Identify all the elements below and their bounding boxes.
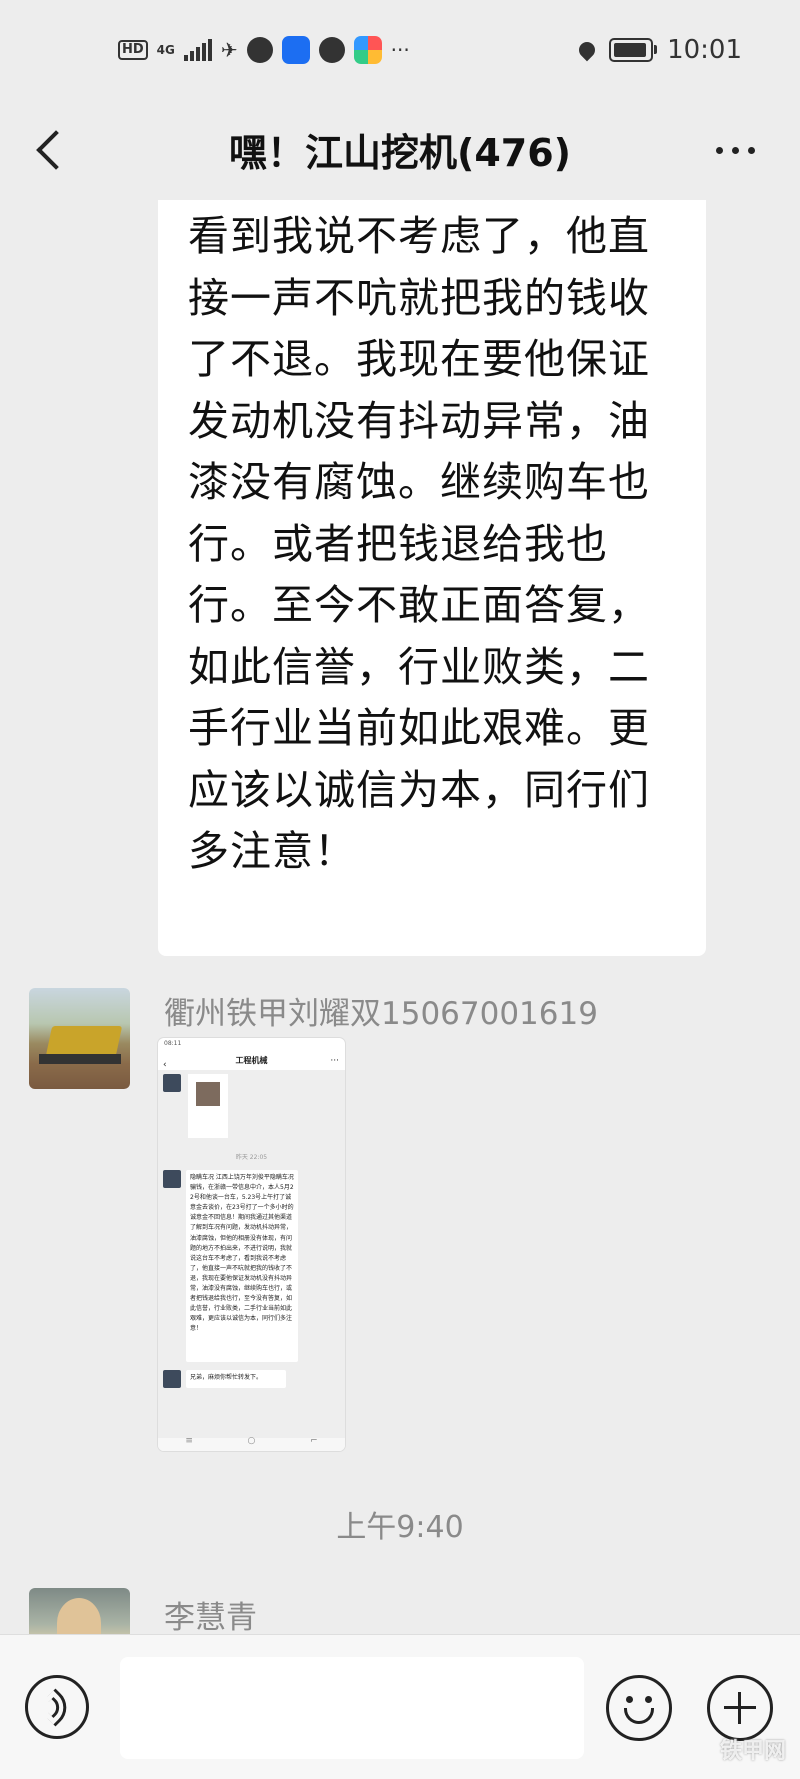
thumb-avatar bbox=[163, 1170, 181, 1188]
location-icon bbox=[575, 38, 599, 62]
clock: 10:01 bbox=[667, 35, 742, 65]
chat-header: 嘿！江山挖机(476) bbox=[0, 100, 800, 200]
hd-icon: HD bbox=[118, 40, 148, 60]
back-icon[interactable] bbox=[30, 120, 90, 180]
colorful-app-icon bbox=[353, 36, 382, 64]
thumb-title: 工程机械 bbox=[235, 1056, 268, 1065]
thumb-avatar bbox=[163, 1074, 181, 1092]
thumb-header: ‹ 工程机械 ··· bbox=[163, 1056, 339, 1070]
network-type-icon: 4G bbox=[156, 43, 175, 57]
telegram-icon: ✈ bbox=[220, 38, 238, 62]
status-bar: HD 4G ✈ ··· 10:01 bbox=[0, 0, 800, 100]
input-bar: 铁甲网 bbox=[0, 1634, 800, 1779]
signal-icon bbox=[183, 39, 212, 61]
thumb-long-message: 隐瞒车况 江西上饶万年刘俊平隐瞒车况骗钱，在浙赣一带信息中介，本人5月22号和他… bbox=[186, 1170, 298, 1362]
thumb-nav-bar: ≡ ○ ⌐ bbox=[185, 1436, 318, 1446]
avatar[interactable] bbox=[29, 988, 130, 1089]
thumb-time-label: 昨天 22:05 bbox=[235, 1154, 268, 1161]
app-notification-icon bbox=[281, 36, 310, 64]
thumb-image bbox=[188, 1074, 228, 1138]
sender-name: 李慧青 bbox=[164, 1600, 257, 1636]
more-notifications-icon: ··· bbox=[390, 38, 410, 62]
thumb-short-message: 兄弟，麻烦你帮忙转发下。 bbox=[186, 1370, 286, 1388]
more-functions-button[interactable] bbox=[707, 1675, 773, 1741]
message-bubble[interactable]: 看到我说不考虑了，他直接一声不吭就把我的钱收了不退。我现在要他保证发动机没有抖动… bbox=[158, 200, 706, 956]
sender-name: 衢州铁甲刘耀双15067001619 bbox=[164, 996, 598, 1032]
emoji-button[interactable] bbox=[606, 1675, 672, 1741]
more-options-icon[interactable] bbox=[700, 120, 770, 180]
battery-icon bbox=[609, 38, 658, 62]
watermark: 铁甲网 bbox=[719, 1739, 786, 1764]
status-right: 10:01 bbox=[575, 30, 742, 70]
status-left: HD 4G ✈ ··· bbox=[118, 30, 410, 70]
browser-app-icon bbox=[246, 37, 273, 63]
thumb-avatar bbox=[163, 1370, 181, 1388]
voice-input-button[interactable] bbox=[25, 1675, 89, 1739]
chat-title: 嘿！江山挖机(476) bbox=[228, 131, 572, 175]
message-input[interactable] bbox=[120, 1657, 584, 1759]
image-message[interactable]: 08:11 ‹ 工程机械 ··· 昨天 22:05 隐瞒车况 江西上饶万年刘俊平… bbox=[158, 1038, 345, 1451]
timestamp: 上午9:40 bbox=[336, 1510, 464, 1545]
thumb-status-time: 08:11 bbox=[164, 1040, 182, 1047]
camera-app-icon bbox=[318, 37, 345, 63]
thumb-chat-body: 昨天 22:05 隐瞒车况 江西上饶万年刘俊平隐瞒车况骗钱，在浙赣一带信息中介，… bbox=[158, 1070, 345, 1451]
